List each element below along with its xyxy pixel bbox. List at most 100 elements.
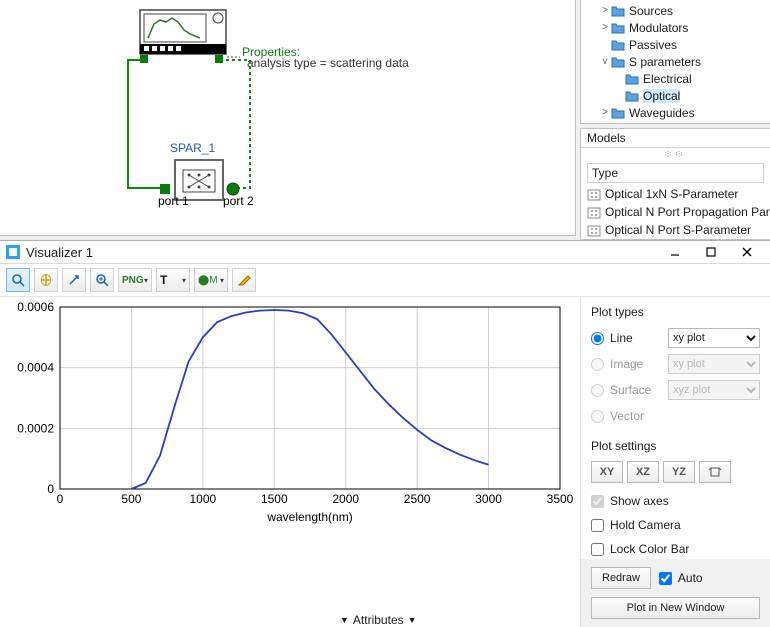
- visualizer-app-icon: [6, 245, 20, 259]
- model-icon: [587, 205, 605, 219]
- tree-item[interactable]: > Modulators: [585, 19, 766, 36]
- chevron-down-icon: ▼: [408, 615, 417, 625]
- plot-types-heading: Plot types: [591, 305, 760, 319]
- expander-icon[interactable]: >: [599, 22, 611, 33]
- svg-text:0.0006: 0.0006: [17, 300, 54, 314]
- redraw-button[interactable]: Redraw: [591, 567, 651, 589]
- lock-colorbar-checkbox[interactable]: [591, 543, 604, 556]
- svg-text:0.0002: 0.0002: [17, 421, 54, 435]
- tree-item[interactable]: v S parameters: [585, 53, 766, 70]
- auto-redraw-checkbox[interactable]: [659, 572, 672, 585]
- export-png-menu[interactable]: PNG▾: [118, 268, 152, 292]
- model-icon: [587, 223, 605, 237]
- tree-item-label: Modulators: [629, 21, 688, 35]
- spar-label: SPAR_1: [170, 141, 215, 155]
- models-panel: Models ፨፨ Type Optical 1xN S-Parameter Op…: [580, 128, 770, 240]
- model-item-label: Optical N Port S-Parameter: [605, 223, 751, 237]
- model-item[interactable]: Optical N Port S-Parameter: [587, 221, 764, 239]
- line-plot-select[interactable]: xy plot: [668, 328, 760, 348]
- edit-tool[interactable]: [232, 268, 256, 292]
- port-1[interactable]: [160, 184, 170, 194]
- minimize-button[interactable]: [658, 241, 692, 263]
- svg-text:2000: 2000: [332, 492, 359, 506]
- view-xz-button[interactable]: XZ: [627, 461, 659, 483]
- models-panel-title: Models: [581, 129, 770, 148]
- plot-area[interactable]: 050010001500200025003000350000.00020.000…: [0, 297, 580, 627]
- folder-icon: [611, 4, 625, 18]
- close-button[interactable]: [730, 241, 764, 263]
- folder-icon: [611, 55, 625, 69]
- svg-text:0: 0: [47, 482, 54, 496]
- visualizer-title: Visualizer 1: [26, 245, 656, 260]
- plot-type-line-radio[interactable]: [591, 332, 604, 345]
- model-item-label: Optical N Port Propagation Par: [605, 205, 770, 219]
- plot-type-image-radio: [591, 358, 604, 371]
- folder-icon: [611, 106, 625, 120]
- tree-item-label: Optical fibers: [629, 123, 699, 125]
- svg-text:2500: 2500: [404, 492, 431, 506]
- pan-tool[interactable]: [34, 268, 58, 292]
- tree-item-label: Passives: [629, 38, 677, 52]
- line-chart: 050010001500200025003000350000.00020.000…: [0, 297, 580, 527]
- folder-icon: [625, 89, 639, 103]
- svg-text:500: 500: [121, 492, 141, 506]
- port-1-label: port 1: [158, 194, 189, 208]
- svg-text:analysis type = scattering dat: analysis type = scattering data: [247, 56, 409, 70]
- expander-icon[interactable]: >: [599, 5, 611, 16]
- plot-new-window-button[interactable]: Plot in New Window: [591, 597, 760, 619]
- show-axes-checkbox: [591, 495, 604, 508]
- schematic-canvas[interactable]: Properties: analysis type = scattering d…: [0, 0, 576, 236]
- tree-item-label: Waveguides: [629, 106, 695, 120]
- image-plot-select: xy plot: [668, 354, 760, 374]
- tree-item[interactable]: Passives: [585, 36, 766, 53]
- view-reset-button[interactable]: [699, 461, 731, 483]
- view-yz-button[interactable]: YZ: [663, 461, 695, 483]
- tree-item[interactable]: > Waveguides: [585, 104, 766, 121]
- folder-icon: [611, 123, 625, 125]
- model-item[interactable]: Optical 1xN S-Parameter: [587, 185, 764, 203]
- zoom-select-tool[interactable]: [6, 268, 30, 292]
- attributes-tab[interactable]: ▼ Attributes ▼: [340, 613, 417, 627]
- tree-item[interactable]: > Sources: [585, 2, 766, 19]
- zoom-in-tool[interactable]: [90, 268, 114, 292]
- svg-text:0: 0: [57, 492, 64, 506]
- tree-item[interactable]: Optical: [585, 87, 766, 104]
- model-item-label: Optical 1xN S-Parameter: [605, 187, 738, 201]
- view-xy-button[interactable]: XY: [591, 461, 623, 483]
- svg-text:wavelength(nm): wavelength(nm): [266, 510, 352, 524]
- schematic-svg: Properties: analysis type = scattering d…: [0, 0, 580, 240]
- text-tool-menu[interactable]: T▾: [156, 268, 190, 292]
- plot-type-surface-radio: [591, 384, 604, 397]
- tree-item-label: S parameters: [629, 55, 701, 69]
- folder-icon: [611, 21, 625, 35]
- model-item[interactable]: Optical N Port Propagation Par: [587, 203, 764, 221]
- svg-text:3500: 3500: [547, 492, 574, 506]
- chevron-down-icon: ▼: [340, 615, 349, 625]
- panel-grip[interactable]: ፨፨: [581, 148, 770, 161]
- tree-item-label: Sources: [629, 4, 673, 18]
- surface-plot-select: xyz plot: [668, 380, 760, 400]
- port-2-label: port 2: [223, 194, 254, 208]
- zoom-extents-tool[interactable]: [62, 268, 86, 292]
- expander-icon[interactable]: >: [599, 107, 611, 118]
- plot-type-image-label: Image: [610, 357, 662, 371]
- models-column-header[interactable]: Type: [587, 163, 764, 183]
- maximize-button[interactable]: [694, 241, 728, 263]
- tree-item-label: Optical: [643, 89, 680, 103]
- folder-icon: [625, 72, 639, 86]
- home-icon: [708, 465, 722, 479]
- plot-side-panel: Plot types Line xy plot Image xy plot Su…: [580, 297, 770, 627]
- folder-icon: [611, 38, 625, 52]
- visualizer-toolbar: PNG▾ T▾ ⬤M▾: [0, 264, 770, 297]
- plot-type-surface-label: Surface: [610, 383, 662, 397]
- hold-camera-checkbox[interactable]: [591, 519, 604, 532]
- expander-icon[interactable]: v: [599, 56, 611, 67]
- marker-tool-menu[interactable]: ⬤M▾: [194, 268, 228, 292]
- visualizer-titlebar[interactable]: Visualizer 1: [0, 241, 770, 264]
- plot-type-vector-label: Vector: [610, 409, 662, 423]
- tree-item[interactable]: Electrical: [585, 70, 766, 87]
- element-library-tree[interactable]: > Sources > Modulators Passives v S parameters…: [580, 0, 770, 124]
- tree-item[interactable]: Optical fibers: [585, 121, 766, 124]
- plot-type-line-label: Line: [610, 331, 662, 345]
- ona-instrument[interactable]: [140, 10, 226, 63]
